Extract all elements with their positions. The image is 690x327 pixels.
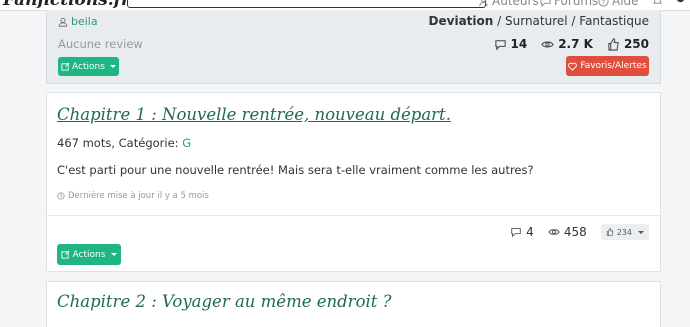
comments-icon xyxy=(511,228,521,238)
author-name: beila xyxy=(71,15,98,28)
users-icon xyxy=(479,0,488,6)
logo-text: Fanfictions.fr xyxy=(3,0,130,10)
chapter-words: 467 mots, Catégorie: xyxy=(57,136,183,150)
clock-icon xyxy=(57,192,65,200)
reviews-status: Aucune review xyxy=(58,37,143,51)
nav-link-label: Auteurs xyxy=(492,0,539,8)
story-stats: 14 2.7 K 250 xyxy=(494,37,649,51)
user-icon xyxy=(58,17,68,27)
story-comments-count: 14 xyxy=(494,37,527,51)
author-link[interactable]: beila xyxy=(58,15,98,28)
chapter-updated: Dernière mise à jour il y a 5 mois xyxy=(57,191,209,201)
genre-primary[interactable]: Deviation xyxy=(429,14,494,28)
chapter-title-link[interactable]: Chapitre 1 : Nouvelle rentrée, nouveau d… xyxy=(57,105,451,124)
nav-link-auteurs[interactable]: Auteurs xyxy=(478,0,539,8)
chapter-title-link[interactable]: Chapitre 2 : Voyager au même endroit ? xyxy=(57,292,392,311)
chapter-views-count: 458 xyxy=(548,225,587,239)
eye-icon xyxy=(541,41,554,47)
chat-icon xyxy=(540,0,551,7)
favorites-button[interactable]: Favoris/Alertes xyxy=(566,56,649,76)
thumbs-up-icon xyxy=(608,37,619,51)
notifications-bell[interactable] xyxy=(652,0,663,5)
chapter-card: Chapitre 1 : Nouvelle rentrée, nouveau d… xyxy=(46,92,661,272)
chapter-category-link[interactable]: G xyxy=(182,136,191,150)
chapter-like-button[interactable]: 234 xyxy=(600,224,649,240)
chapter-stats: 4 458 234 xyxy=(510,224,649,240)
chevron-down-icon xyxy=(638,230,644,234)
story-genres: Deviation / Surnaturel / Fantastique xyxy=(429,14,649,28)
story-likes-count: 250 xyxy=(607,37,649,51)
eye-icon xyxy=(548,229,560,235)
card-divider xyxy=(47,215,660,216)
nav-link-label: Aide xyxy=(612,0,639,8)
genre-rest: / Surnaturel / Fantastique xyxy=(493,14,649,28)
bell-icon xyxy=(652,0,663,4)
site-logo[interactable]: Fanfictions.fr xyxy=(0,0,130,10)
chapter-summary: C'est parti pour une nouvelle rentrée! M… xyxy=(57,163,534,177)
chapter-comments-count[interactable]: 4 xyxy=(510,225,534,239)
chevron-down-icon xyxy=(109,65,116,68)
thumbs-up-icon xyxy=(606,228,613,236)
chevron-down-icon xyxy=(111,253,118,256)
comments-icon xyxy=(494,39,506,50)
edit-icon xyxy=(61,62,70,71)
search-input[interactable] xyxy=(127,0,486,8)
chapter-card: Chapitre 2 : Voyager au même endroit ? xyxy=(46,281,661,327)
heart-icon xyxy=(568,62,578,71)
story-actions-button[interactable]: Actions xyxy=(58,57,119,76)
edit-icon xyxy=(60,250,69,259)
nav-link-label: Forums xyxy=(554,0,599,8)
user-avatar[interactable] xyxy=(675,0,686,5)
avatar-icon xyxy=(677,0,684,3)
chapter-actions-button[interactable]: Actions xyxy=(57,244,121,265)
nav-link-forums[interactable]: Forums xyxy=(540,0,598,8)
story-views-count: 2.7 K xyxy=(541,37,593,51)
question-icon: ? xyxy=(598,0,609,7)
nav-link-aide[interactable]: ? Aide xyxy=(598,0,639,8)
chapter-meta: 467 mots, Catégorie: G xyxy=(57,136,191,150)
story-header-card: beila Deviation / Surnaturel / Fantastiq… xyxy=(46,10,661,84)
svg-text:?: ? xyxy=(602,0,605,6)
